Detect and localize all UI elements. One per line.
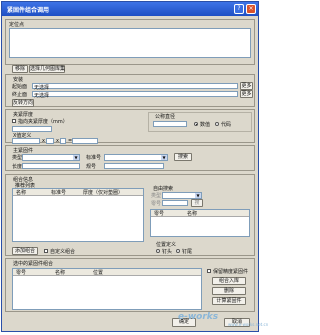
search-button[interactable]: 搜索 (174, 153, 192, 161)
end-more-button[interactable]: 更多 (240, 90, 253, 98)
z-value-field[interactable] (60, 138, 66, 144)
dialog-window: 紧固件组合调用 ? × 定位点 移除 选择几何图库集 安装 起始面 无选择 更多… (1, 1, 259, 332)
end-face-label: 终止面 (12, 92, 28, 98)
start-face-label: 起始面 (12, 84, 28, 90)
free-results-header: 零号 名称 (151, 210, 249, 217)
thickness-checkbox[interactable] (12, 119, 16, 123)
recommend-list[interactable]: 名称 标准号 厚度（仅对垫圈） (12, 188, 144, 242)
length-field[interactable] (22, 163, 80, 169)
start-more-button[interactable]: 更多 (240, 82, 253, 90)
keep-precision-label: 保留精度紧固件 (213, 269, 249, 275)
main-part-group-label: 主紧固件 (13, 148, 34, 154)
thickness-group-label: 夹紧厚度 (13, 112, 34, 118)
selected-list[interactable]: 零号 名称 位置 (12, 268, 202, 310)
standard-select[interactable]: ▼ (104, 154, 168, 161)
spec-field[interactable] (104, 163, 164, 169)
result-value-field[interactable] (72, 138, 98, 144)
keep-precision-checkbox[interactable] (207, 269, 211, 273)
free-search-label: 自由搜索 (153, 186, 174, 192)
numeric-radio[interactable] (194, 122, 198, 126)
delete-combo-button[interactable]: 删除 (212, 287, 246, 295)
location-group-label: 定位点 (9, 22, 25, 28)
custom-combo-checkbox[interactable] (44, 249, 48, 253)
location-group: 定位点 (5, 19, 255, 65)
free-search-button[interactable]: 搜 (191, 199, 203, 207)
selected-group: 选中的紧固件组合 零号 名称 位置 保留精度紧固件 组合入库 删除 计算紧固件 (5, 258, 255, 312)
free-search-results[interactable]: 零号 名称 (150, 209, 250, 237)
type-label: 类型 (12, 155, 23, 161)
type-select[interactable]: ▼ (22, 154, 80, 161)
thickness-check-label: 指向夹紧厚度（mm） (18, 119, 68, 125)
window-title: 紧固件组合调用 (7, 7, 50, 14)
watermark-logo: e-works (178, 312, 219, 322)
start-face-field[interactable]: 无选择 (32, 83, 238, 91)
insert-combo-button[interactable]: 组合入库 (212, 277, 246, 285)
combo-group: 组合信息 推荐列表 名称 标准号 厚度（仅对垫圈） 自由搜索 类型 ▼ 零号 搜… (5, 174, 255, 256)
close-icon[interactable]: × (246, 4, 256, 14)
free-type-select[interactable]: ▼ (162, 192, 202, 199)
reverse-direction-button[interactable]: 反转方向 (12, 99, 34, 107)
spec-label: 规号 (86, 164, 97, 170)
end-face-field[interactable]: 无选择 (32, 91, 238, 99)
code-radio[interactable] (215, 122, 219, 126)
title-bar: 紧固件组合调用 ? × (2, 2, 258, 16)
calc-fastener-button[interactable]: 计算紧固件 (212, 297, 246, 305)
free-code-field[interactable] (162, 200, 188, 206)
position-head-radio[interactable] (156, 249, 160, 253)
length-label: 长度 (12, 164, 23, 170)
standard-label: 标准号 (86, 155, 102, 161)
diameter-field[interactable] (153, 121, 187, 127)
location-list[interactable] (9, 28, 251, 58)
selected-group-label: 选中的紧固件组合 (13, 261, 54, 267)
stack-group-label: 安装 (13, 77, 24, 83)
main-part-group: 主紧固件 类型 ▼ 标准号 ▼ 搜索 长度 规号 (5, 145, 255, 171)
y-value-field[interactable] (46, 138, 54, 144)
custom-combo-label: 自定义组合 (50, 249, 76, 255)
diameter-group-label: 公称直径 (155, 114, 176, 120)
chevron-down-icon: ▼ (73, 155, 79, 160)
help-icon[interactable]: ? (234, 4, 244, 14)
remove-location-button[interactable]: 移除 (12, 65, 28, 73)
recommend-list-header: 名称 标准号 厚度（仅对垫圈） (13, 189, 143, 196)
x-value-field[interactable] (12, 138, 40, 144)
select-geometry-button[interactable]: 选择几何图库集 (29, 65, 65, 73)
watermark-url: www.e-works.net.cn (228, 322, 269, 327)
chevron-down-icon: ▼ (161, 155, 167, 160)
selected-list-header: 零号 名称 位置 (13, 269, 201, 276)
stack-group: 安装 起始面 无选择 更多 终止面 无选择 更多 反转方向 (5, 74, 255, 107)
position-label: 位置定义 (156, 242, 177, 248)
diameter-group: 公称直径 数值 代码 (148, 112, 252, 132)
chevron-down-icon: ▼ (195, 193, 201, 198)
position-nut-radio[interactable] (176, 249, 180, 253)
add-combo-button[interactable]: 添加组合 (12, 247, 38, 255)
